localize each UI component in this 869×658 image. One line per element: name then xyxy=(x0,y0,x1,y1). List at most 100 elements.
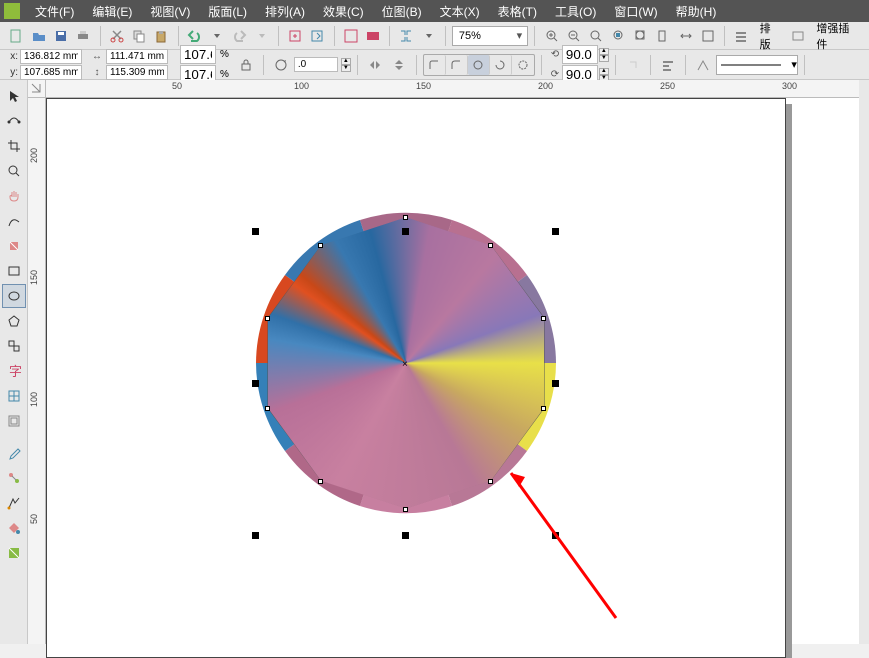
enhance-plugin-button[interactable]: 增强插件 xyxy=(810,25,863,47)
zoom-tool[interactable] xyxy=(2,159,26,183)
shape-node[interactable] xyxy=(488,479,493,484)
outline-tool[interactable] xyxy=(2,491,26,515)
zoom-out-button[interactable] xyxy=(564,25,584,47)
smart-fill-tool[interactable] xyxy=(2,234,26,258)
angle1-input[interactable] xyxy=(562,45,598,64)
shape-node[interactable] xyxy=(403,507,408,512)
zoom-width-button[interactable] xyxy=(676,25,696,47)
app-launch-button[interactable] xyxy=(341,25,361,47)
zoom-page-button[interactable] xyxy=(653,25,673,47)
interactive-tool[interactable] xyxy=(2,466,26,490)
handle-sw[interactable] xyxy=(252,532,259,539)
outline-width-combo[interactable]: ▾ xyxy=(716,55,798,75)
scale-x-input[interactable] xyxy=(180,45,216,64)
menu-edit[interactable]: 编辑(E) xyxy=(83,3,141,20)
welcome-button[interactable] xyxy=(363,25,383,47)
height-input[interactable] xyxy=(106,65,168,80)
width-input[interactable] xyxy=(106,49,168,64)
pan-tool[interactable] xyxy=(2,184,26,208)
mirror-h-button[interactable] xyxy=(364,54,386,76)
zoom-combo[interactable]: 75% ▾ xyxy=(452,26,529,46)
text-tool[interactable]: 字 xyxy=(2,359,26,383)
menu-text[interactable]: 文本(X) xyxy=(431,3,489,20)
interactive-fill-tool[interactable] xyxy=(2,541,26,565)
ruler-origin[interactable] xyxy=(28,80,46,98)
polygon-tool[interactable] xyxy=(2,309,26,333)
zoom-selection-button[interactable] xyxy=(608,25,628,47)
menu-window[interactable]: 窗口(W) xyxy=(605,3,666,20)
undo-dd-button[interactable] xyxy=(207,25,227,47)
shape-node[interactable] xyxy=(403,215,408,220)
handle-e[interactable] xyxy=(552,380,559,387)
corner-chamfer-button[interactable] xyxy=(468,55,490,75)
shape-node[interactable] xyxy=(318,479,323,484)
menu-layout[interactable]: 版面(L) xyxy=(199,3,256,20)
print-button[interactable] xyxy=(73,25,93,47)
basic-shapes-tool[interactable] xyxy=(2,334,26,358)
cut-button[interactable] xyxy=(106,25,126,47)
zoom-all-button[interactable] xyxy=(631,25,651,47)
snap-dd-button[interactable] xyxy=(419,25,439,47)
shape-node[interactable] xyxy=(265,316,270,321)
import-button[interactable] xyxy=(285,25,305,47)
rectangle-tool[interactable] xyxy=(2,259,26,283)
mirror-v-button[interactable] xyxy=(388,54,410,76)
angle1-spinner[interactable]: ▲▼ xyxy=(599,48,609,62)
rotation-input[interactable] xyxy=(294,57,338,72)
options-button[interactable] xyxy=(731,25,751,47)
redo-button[interactable] xyxy=(229,25,249,47)
new-button[interactable] xyxy=(6,25,26,47)
shape-node[interactable] xyxy=(318,243,323,248)
corner-round-button[interactable] xyxy=(424,55,446,75)
rotation-spinner[interactable]: ▲▼ xyxy=(341,58,351,72)
corner-spiral-button[interactable] xyxy=(490,55,512,75)
pick-tool[interactable] xyxy=(2,84,26,108)
y-input[interactable] xyxy=(20,65,82,80)
zoom-in-button[interactable] xyxy=(541,25,561,47)
ellipse-tool[interactable] xyxy=(2,284,26,308)
plugin-icon[interactable] xyxy=(788,25,808,47)
corner-star-button[interactable] xyxy=(512,55,534,75)
paste-button[interactable] xyxy=(151,25,171,47)
fill-tool[interactable] xyxy=(2,516,26,540)
vertical-ruler[interactable]: 200 150 100 50 xyxy=(28,98,46,644)
shape-node[interactable] xyxy=(541,316,546,321)
shape-node[interactable] xyxy=(488,243,493,248)
menu-table[interactable]: 表格(T) xyxy=(489,3,546,20)
menu-arrange[interactable]: 排列(A) xyxy=(256,3,314,20)
crop-tool[interactable] xyxy=(2,134,26,158)
x-input[interactable] xyxy=(20,49,82,64)
menu-view[interactable]: 视图(V) xyxy=(141,3,199,20)
export-button[interactable] xyxy=(307,25,327,47)
shape-node[interactable] xyxy=(265,406,270,411)
open-button[interactable] xyxy=(28,25,48,47)
freehand-tool[interactable] xyxy=(2,209,26,233)
convert-button[interactable] xyxy=(622,54,644,76)
handle-w[interactable] xyxy=(252,380,259,387)
menu-help[interactable]: 帮助(H) xyxy=(667,3,726,20)
handle-s[interactable] xyxy=(402,532,409,539)
corner-scallop-button[interactable] xyxy=(446,55,468,75)
table-tool[interactable] xyxy=(2,384,26,408)
horizontal-ruler[interactable]: 50 100 150 200 250 300 xyxy=(46,80,869,98)
snap-button[interactable] xyxy=(396,25,416,47)
redo-dd-button[interactable] xyxy=(252,25,272,47)
eyedropper-tool[interactable] xyxy=(2,441,26,465)
handle-n[interactable] xyxy=(402,228,409,235)
lock-aspect-button[interactable] xyxy=(235,54,257,76)
shape-tool[interactable] xyxy=(2,109,26,133)
handle-ne[interactable] xyxy=(552,228,559,235)
handle-nw[interactable] xyxy=(252,228,259,235)
shape-node[interactable] xyxy=(541,406,546,411)
zoom-100-button[interactable] xyxy=(586,25,606,47)
canvas[interactable]: × xyxy=(46,98,869,644)
zoom-height-button[interactable] xyxy=(698,25,718,47)
menu-bitmap[interactable]: 位图(B) xyxy=(373,3,431,20)
save-button[interactable] xyxy=(51,25,71,47)
undo-button[interactable] xyxy=(184,25,204,47)
menu-file[interactable]: 文件(F) xyxy=(26,3,83,20)
copy-button[interactable] xyxy=(129,25,149,47)
align-button[interactable] xyxy=(657,54,679,76)
dimension-tool[interactable] xyxy=(2,409,26,433)
layout-button[interactable]: 排版 xyxy=(754,25,786,47)
